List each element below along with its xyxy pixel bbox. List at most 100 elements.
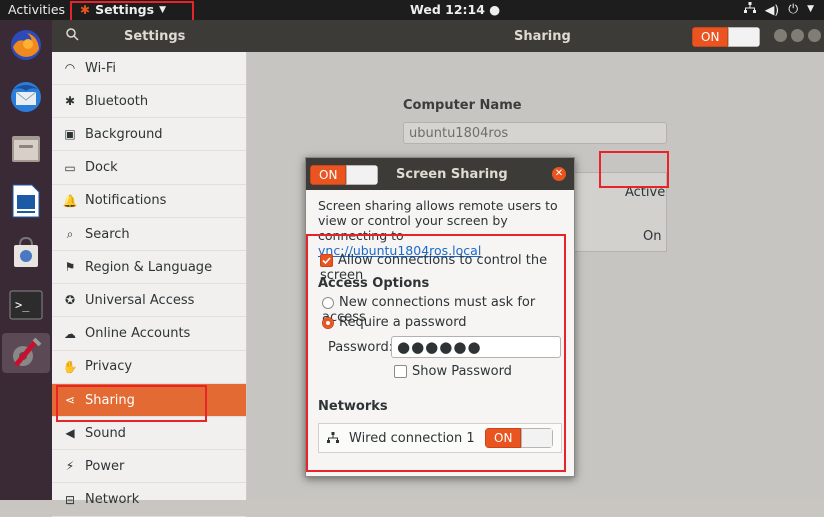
files-icon[interactable]: [6, 129, 46, 169]
region-icon: ⚑: [64, 260, 76, 275]
bell-icon: 🔔: [62, 193, 78, 208]
firefox-icon[interactable]: [6, 25, 46, 65]
switch-on-label: ON: [485, 428, 522, 448]
screen-sharing-switch[interactable]: ON: [310, 165, 379, 185]
background-icon: ▣: [64, 127, 76, 142]
show-password-checkbox[interactable]: Show Password: [394, 364, 512, 379]
sidebar-item-label: Wi-Fi: [85, 60, 117, 76]
settings-title: Settings: [124, 29, 186, 44]
sidebar-item-bluetooth[interactable]: ✱ Bluetooth: [52, 85, 246, 119]
sidebar-item-label: Search: [85, 226, 130, 242]
radio-checked-icon: [322, 316, 334, 329]
hand-icon: ✋: [62, 359, 78, 374]
chevron-down-icon: ▼: [159, 4, 166, 15]
dialog-title: Screen Sharing: [396, 167, 508, 182]
window-controls: [774, 29, 821, 42]
network-row: Wired connection 1 ON: [318, 423, 562, 453]
network-name: Wired connection 1: [349, 431, 475, 446]
power-icon: ⏻: [788, 1, 799, 16]
dialog-header: ON Screen Sharing ✕: [306, 158, 574, 190]
sidebar-item-label: Background: [85, 126, 163, 142]
checkbox-checked-icon: [320, 254, 333, 267]
app-menu-label: Settings: [95, 2, 155, 17]
dialog-description: Screen sharing allows remote users to vi…: [318, 198, 568, 258]
sidebar-item-region-language[interactable]: ⚑ Region & Language: [52, 251, 246, 285]
chevron-down-icon: ▼: [807, 4, 814, 14]
minimize-icon[interactable]: [774, 29, 787, 42]
bluetooth-icon: ✱: [64, 94, 76, 109]
accessibility-icon: ✪: [64, 293, 76, 308]
screen-sharing-dialog: ON Screen Sharing ✕ Screen sharing allow…: [305, 157, 575, 477]
settings-app-icon: ✱: [80, 2, 91, 17]
sidebar-item-notifications[interactable]: 🔔 Notifications: [52, 185, 246, 218]
wifi-icon: ◠: [64, 61, 76, 75]
radio-unchecked-icon: [322, 296, 334, 309]
sidebar-item-background[interactable]: ▣ Background: [52, 118, 246, 152]
sidebar-item-network[interactable]: ⊟ Network: [52, 484, 246, 517]
radio-require-password[interactable]: Require a password: [322, 315, 467, 330]
switch-knob: [728, 27, 761, 47]
header-bar: Settings Sharing ON: [52, 20, 824, 52]
sidebar-item-label: Bluetooth: [85, 93, 149, 109]
switch-knob: [521, 428, 554, 448]
top-panel: Activities ✱ Settings ▼ Wed 12:14 ● ◀) ⏻…: [0, 0, 824, 20]
activities-button[interactable]: Activities: [8, 2, 65, 17]
close-icon[interactable]: [808, 29, 821, 42]
dock-icon: ▭: [64, 160, 76, 175]
sidebar-item-online-accounts[interactable]: ☁ Online Accounts: [52, 318, 246, 351]
sidebar-item-search[interactable]: ⌕ Search: [52, 218, 246, 251]
svg-text:>_: >_: [15, 298, 30, 312]
media-sharing-status: On: [643, 229, 662, 244]
sidebar-item-wi-fi[interactable]: ◠ Wi-Fi: [52, 52, 246, 85]
libreoffice-writer-icon[interactable]: [6, 181, 46, 221]
sidebar-item-label: Sharing: [85, 392, 135, 408]
access-options-heading: Access Options: [318, 276, 430, 291]
search-icon[interactable]: [66, 28, 79, 45]
sharing-master-switch[interactable]: ON: [692, 27, 761, 47]
network-switch[interactable]: ON: [485, 428, 554, 448]
terminal-icon[interactable]: >_: [6, 285, 46, 325]
system-tray[interactable]: ◀) ⏻ ▼: [743, 1, 814, 17]
sidebar-item-label: Online Accounts: [85, 326, 191, 342]
sidebar-item-label: Universal Access: [85, 292, 195, 308]
description-text: Screen sharing allows remote users to vi…: [318, 198, 558, 243]
sidebar-item-power[interactable]: ⚡ Power: [52, 450, 246, 484]
sidebar-item-sound[interactable]: ◀ Sound: [52, 417, 246, 451]
switch-knob: [346, 165, 379, 185]
dock: >_: [0, 20, 52, 500]
sidebar: ◠ Wi-Fi ✱ Bluetooth ▣ Background ▭ Dock 🔔 Notific…: [52, 52, 247, 517]
power-icon: ⚡: [65, 459, 75, 474]
settings-icon[interactable]: [2, 333, 50, 373]
screen-sharing-status: Active: [625, 185, 666, 200]
sidebar-item-label: Region & Language: [85, 259, 213, 275]
radio-password-label: Require a password: [339, 315, 467, 330]
volume-icon: ◀): [764, 1, 780, 17]
maximize-icon[interactable]: [791, 29, 804, 42]
networks-heading: Networks: [318, 399, 388, 414]
panel-title: Sharing: [514, 29, 571, 44]
sidebar-item-label: Notifications: [85, 193, 167, 209]
online-accounts-icon: ☁: [64, 326, 76, 341]
app-menu[interactable]: ✱ Settings ▼: [80, 2, 166, 17]
computer-name-field[interactable]: ubuntu1804ros: [403, 122, 667, 144]
close-icon[interactable]: ✕: [552, 167, 566, 181]
sidebar-item-label: Privacy: [85, 359, 133, 375]
sidebar-item-label: Power: [85, 458, 125, 474]
show-password-label: Show Password: [412, 364, 512, 379]
sidebar-item-label: Sound: [85, 425, 126, 441]
password-field[interactable]: ●●●●●●: [391, 336, 561, 358]
checkbox-unchecked-icon: [394, 365, 407, 378]
software-center-icon[interactable]: [6, 233, 46, 273]
computer-name-label: Computer Name: [403, 98, 522, 113]
sidebar-item-privacy[interactable]: ✋ Privacy: [52, 351, 246, 384]
switch-on-label: ON: [692, 27, 729, 47]
search-icon: ⌕: [66, 226, 74, 241]
thunderbird-icon[interactable]: [6, 77, 46, 117]
sidebar-item-sharing[interactable]: ⋖ Sharing: [52, 384, 246, 417]
sidebar-item-label: Dock: [85, 160, 118, 176]
clock[interactable]: Wed 12:14 ●: [410, 2, 500, 17]
speaker-icon: ◀: [65, 426, 75, 441]
sidebar-item-dock[interactable]: ▭ Dock: [52, 152, 246, 185]
password-label: Password:: [328, 340, 394, 355]
sidebar-item-universal-access[interactable]: ✪ Universal Access: [52, 284, 246, 318]
